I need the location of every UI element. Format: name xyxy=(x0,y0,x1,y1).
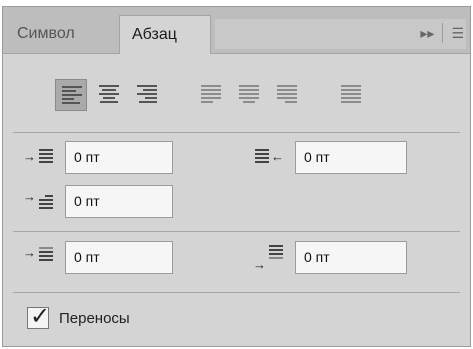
space-before-input[interactable]: 0 пт xyxy=(65,241,173,274)
left-indent-row: → 0 пт xyxy=(23,141,173,174)
tab-symbol[interactable]: Символ xyxy=(9,15,117,53)
left-indent-input[interactable]: 0 пт xyxy=(65,141,173,174)
panel-menu-icon[interactable]: ☰ xyxy=(451,25,464,42)
align-center-icon xyxy=(99,85,119,105)
space-after-input[interactable]: 0 пт xyxy=(295,241,407,274)
alignment-buttons xyxy=(55,79,373,111)
justify-last-left-button[interactable] xyxy=(195,79,227,111)
align-center-button[interactable] xyxy=(93,79,125,111)
space-before-icon: → xyxy=(23,243,65,273)
first-line-indent-icon: → xyxy=(23,187,65,217)
panel-menu-controls: ▸▸ ☰ xyxy=(420,21,464,45)
divider xyxy=(442,23,444,43)
paragraph-panel: Символ Абзац ▸▸ ☰ → 0 пт ← 0 пт → 0 пт →… xyxy=(2,6,471,347)
align-right-icon xyxy=(137,85,157,105)
justify-last-right-button[interactable] xyxy=(271,79,303,111)
first-line-indent-input[interactable]: 0 пт xyxy=(65,185,173,218)
right-indent-row: ← 0 пт xyxy=(253,141,407,174)
divider xyxy=(13,231,460,232)
checkmark-icon: ✓ xyxy=(30,303,51,330)
justify-last-right-icon xyxy=(277,85,297,105)
right-indent-input[interactable]: 0 пт xyxy=(295,141,407,174)
panel-tab-bar: Символ Абзац ▸▸ ☰ xyxy=(3,7,470,54)
justify-all-button[interactable] xyxy=(335,79,367,111)
hyphenation-row: ✓ Переносы xyxy=(27,303,130,330)
space-after-icon: → xyxy=(253,243,295,273)
align-right-button[interactable] xyxy=(131,79,163,111)
double-chevron-right-icon[interactable]: ▸▸ xyxy=(420,25,434,42)
align-left-icon xyxy=(62,86,82,106)
hyphenation-checkbox[interactable]: ✓ xyxy=(27,303,50,330)
justify-last-center-icon xyxy=(239,85,259,105)
first-line-indent-row: → 0 пт xyxy=(23,185,173,218)
justify-all-icon xyxy=(341,85,361,105)
justify-last-left-icon xyxy=(201,85,221,105)
space-after-row: → 0 пт xyxy=(253,241,407,274)
tab-paragraph[interactable]: Абзац xyxy=(119,15,211,54)
divider xyxy=(13,132,460,133)
hyphenation-label: Переносы xyxy=(59,309,130,327)
justify-last-center-button[interactable] xyxy=(233,79,265,111)
divider xyxy=(13,292,460,293)
left-indent-icon: → xyxy=(23,143,65,173)
align-left-button[interactable] xyxy=(55,79,87,111)
space-before-row: → 0 пт xyxy=(23,241,173,274)
right-indent-icon: ← xyxy=(253,143,295,173)
